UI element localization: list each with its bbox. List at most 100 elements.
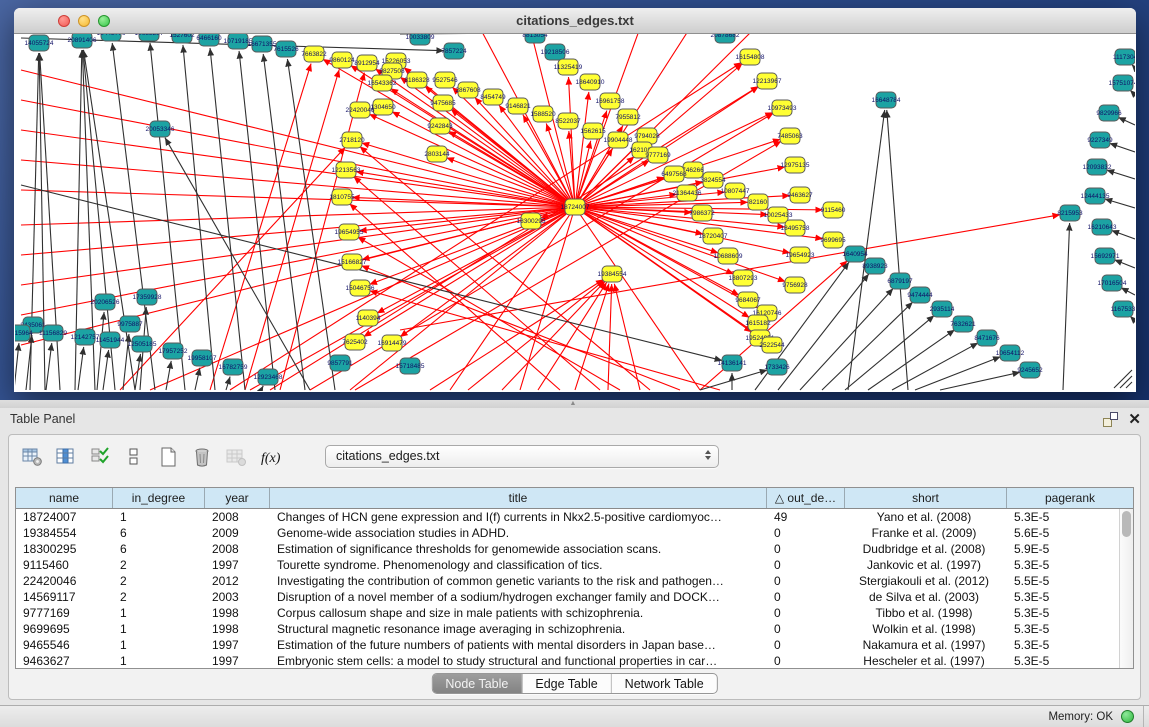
graph-node[interactable]: 1562615 <box>580 123 606 139</box>
graph-node[interactable]: 15166827 <box>338 254 367 270</box>
table-selector-dropdown[interactable]: citations_edges.txt <box>325 445 719 468</box>
graph-node[interactable]: 8912954 <box>354 55 380 71</box>
tab-network-table[interactable]: Network Table <box>611 674 717 693</box>
graph-node[interactable]: 15718485 <box>396 358 425 374</box>
row-height-icon[interactable] <box>123 447 145 467</box>
graph-node[interactable]: 17957252 <box>159 343 188 359</box>
function-builder-icon[interactable]: f(x) <box>259 447 281 467</box>
column-header-title[interactable]: title <box>270 488 767 508</box>
graph-node[interactable]: 15751074 <box>1109 75 1135 91</box>
graph-node[interactable]: 12093832 <box>1083 159 1112 175</box>
graph-node[interactable]: 9474444 <box>907 287 933 303</box>
network-view-window[interactable]: citations_edges.txt 14055724208914061844… <box>14 8 1136 392</box>
graph-node[interactable]: 8454749 <box>480 89 506 105</box>
graph-node[interactable]: 20891406 <box>68 34 97 48</box>
zoom-window-button[interactable] <box>98 15 110 27</box>
graph-node[interactable]: 18720407 <box>699 228 728 244</box>
graph-node[interactable]: 16210643 <box>1088 219 1117 235</box>
table-vertical-scrollbar[interactable] <box>1119 509 1133 668</box>
window-titlebar[interactable]: citations_edges.txt <box>14 8 1136 34</box>
graph-node[interactable]: 2867608 <box>455 82 481 98</box>
graph-node[interactable]: 8522037 <box>555 113 581 129</box>
graph-node[interactable]: 16961758 <box>596 93 625 109</box>
graph-node[interactable]: 7663822 <box>301 46 327 62</box>
graph-node[interactable]: 10807447 <box>721 183 750 199</box>
graph-node[interactable]: 7632621 <box>950 316 976 332</box>
graph-node[interactable]: 16648784 <box>872 92 901 108</box>
graph-node[interactable]: 12923468 <box>254 369 283 385</box>
graph-node[interactable]: 19218506 <box>541 44 570 60</box>
graph-node[interactable]: 11325419 <box>554 59 583 75</box>
table-row[interactable]: 911546021997Tourette syndrome. Phenomeno… <box>16 557 1119 573</box>
graph-node[interactable]: 7955812 <box>615 109 641 125</box>
graph-node[interactable]: 12505185 <box>128 336 157 352</box>
column-header-pagerank[interactable]: pagerank <box>1007 488 1133 508</box>
graph-node[interactable]: 8938923 <box>862 258 888 274</box>
graph-node[interactable]: 9756928 <box>782 277 808 293</box>
graph-node[interactable]: 7986372 <box>689 205 715 221</box>
graph-node[interactable]: 8471676 <box>974 330 1000 346</box>
graph-node[interactable]: 6466160 <box>196 34 222 46</box>
graph-node[interactable]: 12213967 <box>753 73 782 89</box>
graph-node[interactable]: 9699695 <box>820 232 846 248</box>
graph-node[interactable]: 18640910 <box>576 74 605 90</box>
graph-node[interactable]: 14055724 <box>25 35 54 51</box>
graph-node[interactable]: 9242843 <box>427 118 453 134</box>
graph-node[interactable]: 2522544 <box>759 337 785 353</box>
split-pane-divider[interactable]: ▲ <box>0 400 1149 408</box>
graph-node[interactable]: 10033809 <box>406 34 435 45</box>
graph-node[interactable]: 9829966 <box>1096 105 1122 121</box>
graph-node[interactable]: 1527602 <box>169 34 195 43</box>
graph-node[interactable]: 8215953 <box>1057 205 1083 221</box>
graph-node[interactable]: 7615526 <box>273 41 299 57</box>
graph-node[interactable]: 1588520 <box>530 106 556 122</box>
graph-node[interactable]: 10654112 <box>996 345 1025 361</box>
graph-node[interactable]: 1640954 <box>842 246 868 262</box>
graph-node[interactable]: 7857224 <box>441 43 467 59</box>
graph-node[interactable]: 8813054 <box>522 34 548 43</box>
graph-node[interactable]: 19654923 <box>786 247 815 263</box>
graph-node[interactable]: 20878682 <box>711 34 740 43</box>
table-row[interactable]: 946362711997Embryonic stem cells: a mode… <box>16 653 1119 668</box>
graph-node[interactable]: 3824554 <box>700 172 726 188</box>
table-row[interactable]: 977716911998Corpus callosum shape and si… <box>16 605 1119 621</box>
table-row[interactable]: 969969511998Structural magnetic resonanc… <box>16 621 1119 637</box>
graph-node[interactable]: 16154808 <box>736 49 765 65</box>
graph-node[interactable]: 19384554 <box>598 266 627 282</box>
graph-node[interactable]: 15046756 <box>346 280 375 296</box>
graph-node[interactable]: 11156829 <box>39 325 67 341</box>
graph-node[interactable]: 9227349 <box>1087 132 1113 148</box>
graph-node[interactable]: 1810755 <box>329 189 355 205</box>
close-window-button[interactable] <box>58 15 70 27</box>
scrollbar-thumb[interactable] <box>1122 511 1131 537</box>
graph-node[interactable]: 17359928 <box>133 289 162 305</box>
graph-node[interactable]: 7625402 <box>342 334 368 350</box>
table-row[interactable]: 1830029562008Estimation of significance … <box>16 541 1119 557</box>
graph-node[interactable]: 2803144 <box>424 146 450 162</box>
graph-node[interactable]: 14136141 <box>718 355 747 371</box>
graph-node[interactable]: 6497568 <box>661 166 687 182</box>
graph-node[interactable]: 9115460 <box>821 202 846 218</box>
graph-node[interactable]: 1117304 <box>1113 49 1135 65</box>
graph-node[interactable]: 11451944 <box>96 332 125 348</box>
graph-node[interactable]: 20053346 <box>146 121 175 137</box>
graph-node[interactable]: 1167533 <box>1111 301 1135 317</box>
graph-node[interactable]: 12444135 <box>1081 188 1110 204</box>
graph-node[interactable]: 82160 <box>748 194 768 210</box>
table-settings-icon[interactable] <box>21 447 43 467</box>
graph-node[interactable]: 10653287 <box>135 34 164 41</box>
graph-node[interactable]: 15692971 <box>1091 248 1120 264</box>
graph-node[interactable]: 9857791 <box>327 355 353 371</box>
graph-node[interactable]: 9684067 <box>735 292 761 308</box>
graph-node[interactable]: 10688609 <box>714 248 743 264</box>
graph-node[interactable]: 9463627 <box>787 187 813 203</box>
delete-table-icon[interactable] <box>191 447 213 467</box>
table-row[interactable]: 2242004622012Investigating the contribut… <box>16 573 1119 589</box>
graph-node[interactable]: 9146821 <box>505 98 531 114</box>
graph-node[interactable]: 7485063 <box>777 128 803 144</box>
graph-node[interactable]: 1733426 <box>764 359 790 375</box>
table-row[interactable]: 1872400712008Changes of HCN gene express… <box>16 509 1119 525</box>
new-table-icon[interactable] <box>157 447 179 467</box>
tab-node-table[interactable]: Node Table <box>432 674 521 693</box>
table-row[interactable]: 1938455462009Genome-wide association stu… <box>16 525 1119 541</box>
